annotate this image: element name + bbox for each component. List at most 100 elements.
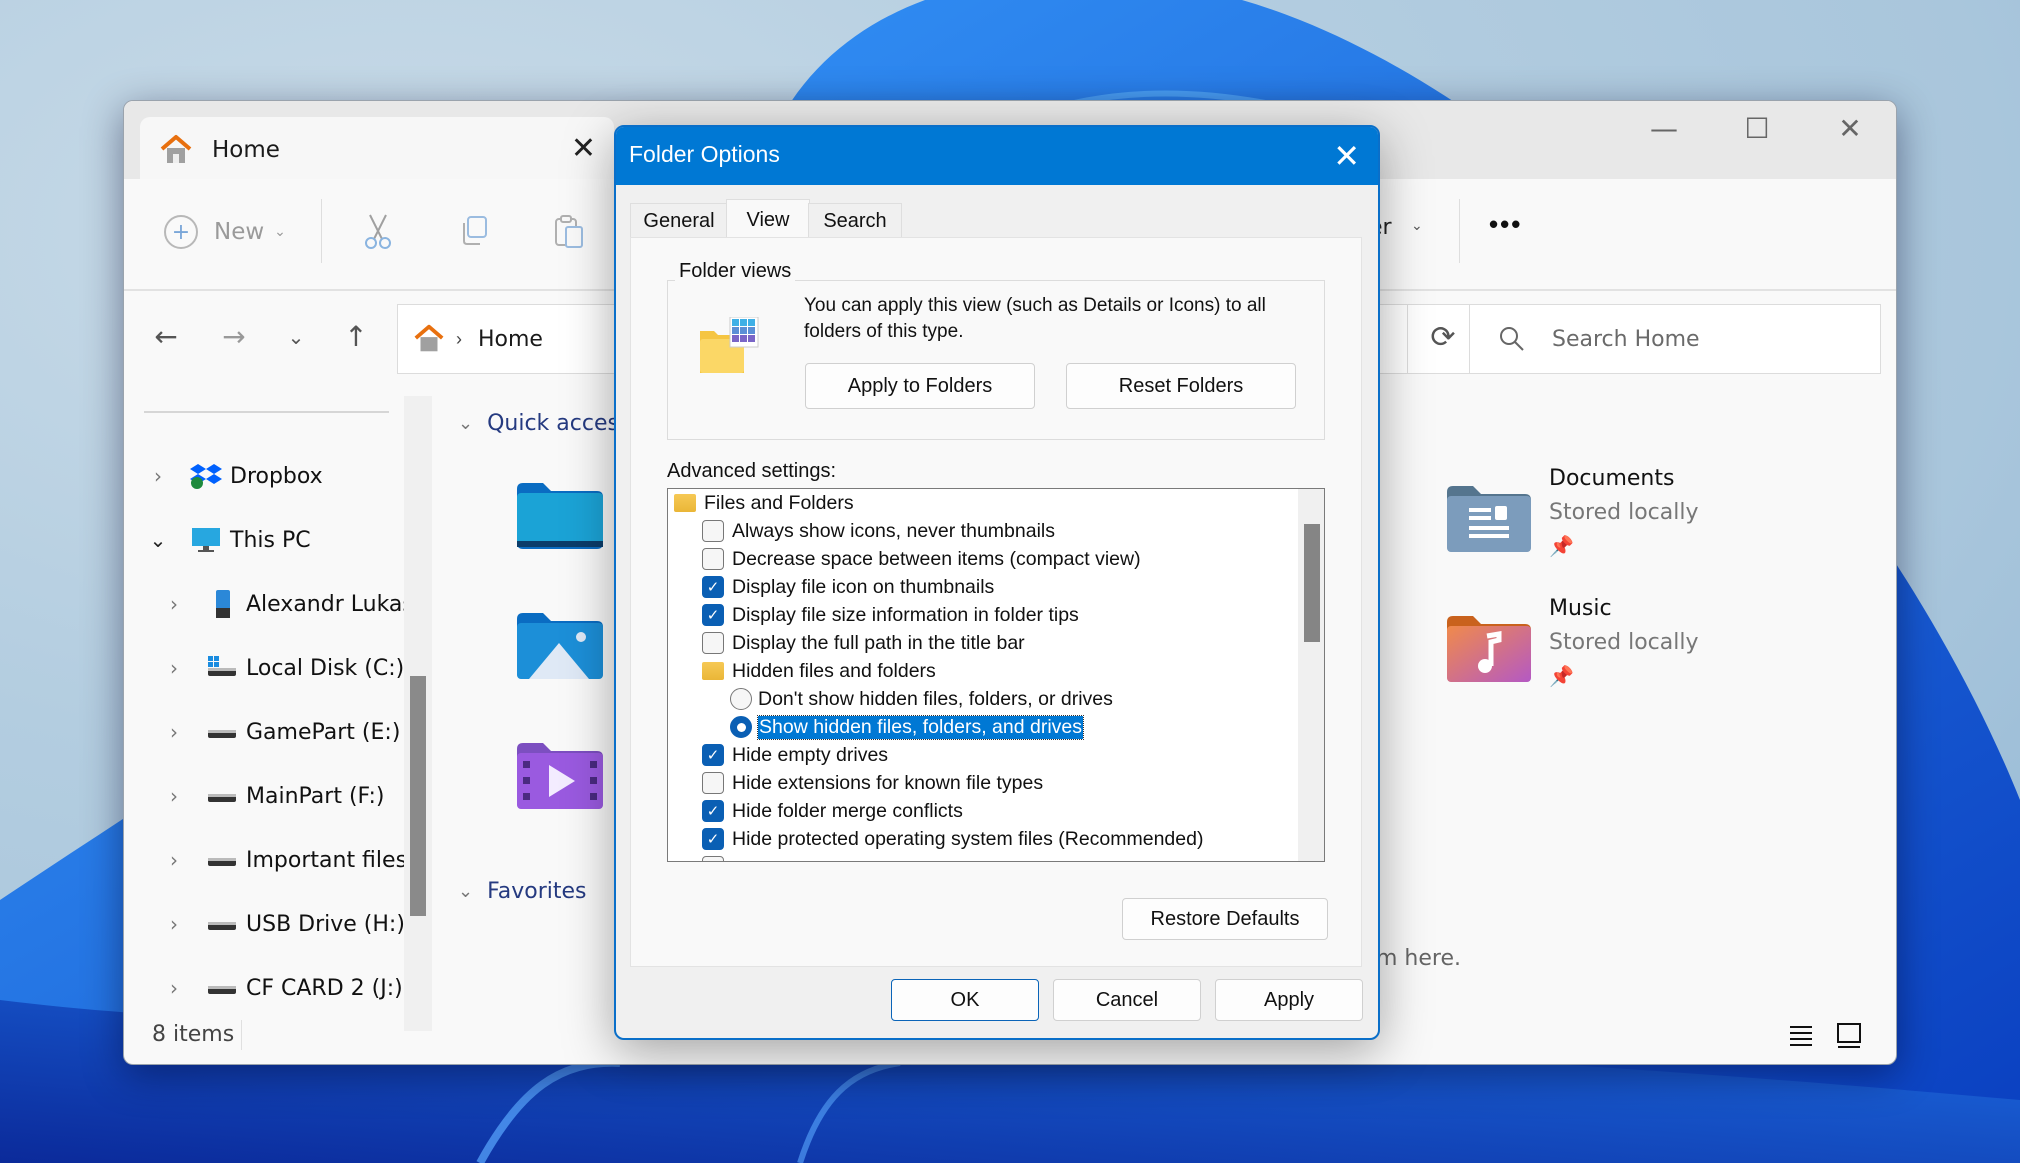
sidebar-item-mainpart-f[interactable]: › MainPart (F:) (164, 776, 384, 816)
cut-icon[interactable] (358, 211, 398, 251)
checkbox-checked[interactable]: ✓ (702, 604, 724, 626)
details-view-icon[interactable] (1786, 1020, 1816, 1050)
checkbox-checked[interactable]: ✓ (702, 828, 724, 850)
minimize-button[interactable]: — (1624, 109, 1704, 149)
folder-icon (674, 494, 696, 512)
chevron-right-icon[interactable]: › (164, 912, 184, 936)
pin-icon: 📌 (1549, 536, 1574, 558)
pictures-folder-icon[interactable] (517, 613, 603, 679)
plus-icon: + (164, 215, 198, 249)
tiles-view-icon[interactable] (1834, 1020, 1864, 1050)
checkbox-checked[interactable]: ✓ (702, 576, 724, 598)
navigation-pane: › Dropbox ⌄ This PC › Alexandr Lukas › L… (124, 391, 434, 1031)
chevron-right-icon[interactable]: › (164, 848, 184, 872)
tab-general[interactable]: General (630, 203, 728, 238)
tab-view[interactable]: View (726, 199, 810, 240)
checkbox-checked[interactable]: ✓ (702, 744, 724, 766)
sidebar-item-gamepart-e[interactable]: › GamePart (E:) (164, 712, 400, 752)
tree-scrollbar[interactable] (1298, 489, 1324, 861)
maximize-button[interactable]: ☐ (1717, 109, 1797, 149)
setting-partially-visible[interactable] (702, 853, 732, 861)
status-divider (241, 1020, 242, 1050)
setting-compact-view[interactable]: Decrease space between items (compact vi… (702, 545, 1141, 573)
setting-label: Display file size information in folder … (732, 603, 1079, 626)
back-button[interactable]: ← (146, 317, 186, 357)
chevron-right-icon[interactable]: › (148, 464, 168, 488)
tree-scrollbar-thumb[interactable] (1304, 524, 1320, 642)
sidebar-item-this-pc[interactable]: ⌄ This PC (148, 520, 311, 560)
advanced-settings-tree[interactable]: Files and Folders Always show icons, nev… (667, 488, 1325, 862)
setting-label: Hide folder merge conflicts (732, 799, 963, 822)
checkbox-checked[interactable]: ✓ (702, 800, 724, 822)
tree-folder-hidden-files[interactable]: Hidden files and folders (702, 657, 936, 685)
pinned-item-music[interactable]: Music Stored locally 📌 (1447, 596, 1847, 706)
forward-button[interactable]: → (214, 317, 254, 357)
desktop-folder-icon[interactable] (517, 483, 603, 549)
new-button[interactable]: + New ⌄ (164, 215, 286, 249)
apply-to-folders-button[interactable]: Apply to Folders (805, 363, 1035, 409)
chevron-right-icon[interactable]: › (164, 976, 184, 1000)
chevron-right-icon[interactable]: › (164, 656, 184, 680)
pinned-item-status: Stored locally (1549, 500, 1699, 525)
tab-search[interactable]: Search (808, 203, 902, 238)
chevron-right-icon[interactable]: › (164, 592, 184, 616)
view-tab-panel: You can apply this view (such as Details… (630, 237, 1362, 967)
sidebar-item-usb-drive-h[interactable]: › USB Drive (H:) (164, 904, 405, 944)
sidebar-scrollbar-thumb[interactable] (410, 676, 426, 916)
checkbox[interactable] (702, 772, 724, 794)
recent-locations-button[interactable]: ⌄ (276, 317, 316, 357)
restore-defaults-button[interactable]: Restore Defaults (1122, 898, 1328, 940)
radio-button[interactable] (730, 688, 752, 710)
sidebar-item-label: Dropbox (230, 463, 323, 489)
radio-button-selected[interactable] (730, 716, 752, 738)
checkbox[interactable] (702, 548, 724, 570)
setting-hide-protected-files[interactable]: ✓ Hide protected operating system files … (702, 825, 1203, 853)
dialog-close-button[interactable]: ✕ (1333, 137, 1360, 175)
setting-file-size-tips[interactable]: ✓ Display file size information in folde… (702, 601, 1079, 629)
more-options-button[interactable]: ••• (1489, 209, 1522, 240)
chevron-right-icon[interactable]: › (164, 720, 184, 744)
paste-icon[interactable] (550, 211, 590, 251)
tab-home[interactable]: Home ✕ (140, 117, 614, 183)
sidebar-item-local-disk-c[interactable]: › Local Disk (C:) (164, 648, 404, 688)
sidebar-scrollbar[interactable] (404, 396, 432, 1031)
setting-full-path-title[interactable]: Display the full path in the title bar (702, 629, 1025, 657)
setting-hide-merge-conflicts[interactable]: ✓ Hide folder merge conflicts (702, 797, 963, 825)
sidebar-item-cf-card-j[interactable]: › CF CARD 2 (J:) (164, 968, 403, 1008)
chevron-down-icon[interactable]: ⌄ (148, 528, 168, 552)
setting-file-icon-thumbnails[interactable]: ✓ Display file icon on thumbnails (702, 573, 994, 601)
up-button[interactable]: ↑ (336, 317, 376, 357)
close-window-button[interactable]: ✕ (1810, 109, 1890, 149)
sidebar-item-phone[interactable]: › Alexandr Lukas (164, 584, 414, 624)
breadcrumb-home[interactable]: Home (478, 327, 543, 352)
sidebar-item-important-files[interactable]: › Important files (164, 840, 407, 880)
ok-button[interactable]: OK (891, 979, 1039, 1021)
search-input[interactable]: Search Home (1469, 304, 1881, 374)
close-tab-icon[interactable]: ✕ (571, 131, 596, 166)
reset-folders-button[interactable]: Reset Folders (1066, 363, 1296, 409)
setting-dont-show-hidden[interactable]: Don't show hidden files, folders, or dri… (730, 685, 1113, 713)
setting-always-show-icons[interactable]: Always show icons, never thumbnails (702, 517, 1055, 545)
favorites-header[interactable]: ⌄ Favorites (458, 879, 586, 904)
checkbox[interactable] (702, 632, 724, 654)
quick-access-header[interactable]: ⌄ Quick access (458, 411, 630, 436)
dialog-title: Folder Options (629, 141, 780, 167)
tree-folder-files-and-folders[interactable]: Files and Folders (674, 489, 854, 517)
checkbox[interactable] (702, 856, 724, 861)
documents-folder-icon (1447, 486, 1531, 552)
setting-show-hidden[interactable]: Show hidden files, folders, and drives (730, 713, 1085, 741)
setting-hide-empty-drives[interactable]: ✓ Hide empty drives (702, 741, 888, 769)
pinned-item-documents[interactable]: Documents Stored locally 📌 (1447, 466, 1847, 576)
sidebar-item-dropbox[interactable]: › Dropbox (148, 456, 323, 496)
cancel-button[interactable]: Cancel (1053, 979, 1201, 1021)
videos-folder-icon[interactable] (517, 743, 603, 809)
setting-label: Hide protected operating system files (R… (732, 827, 1204, 850)
favorites-empty-hint: m here. (1376, 946, 1461, 971)
checkbox[interactable] (702, 520, 724, 542)
apply-button[interactable]: Apply (1215, 979, 1363, 1021)
drive-icon (208, 730, 236, 738)
sidebar-item-label: MainPart (F:) (246, 783, 385, 809)
setting-hide-extensions[interactable]: Hide extensions for known file types (702, 769, 1043, 797)
copy-icon[interactable] (454, 211, 494, 251)
chevron-right-icon[interactable]: › (164, 784, 184, 808)
